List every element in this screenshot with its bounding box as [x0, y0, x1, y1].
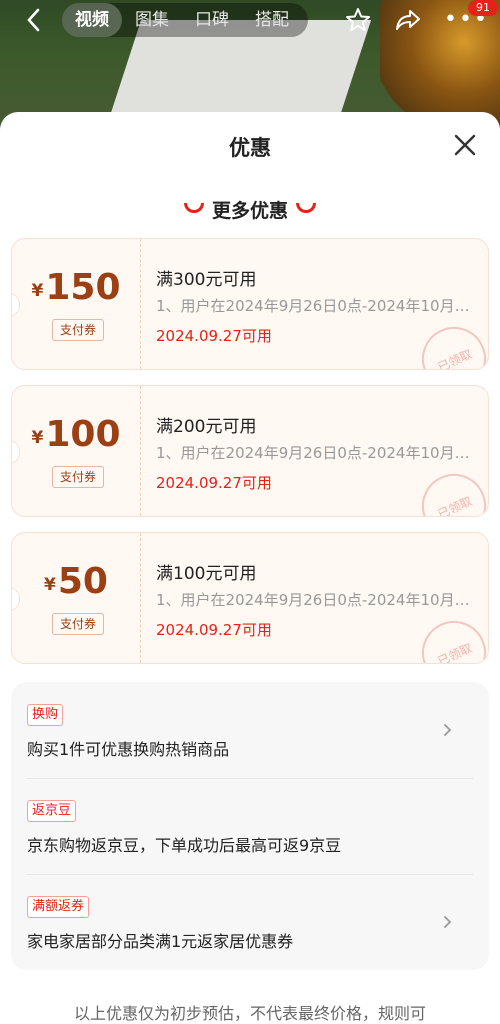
currency-symbol: ¥ [44, 575, 56, 595]
coupon-amount: 50 [57, 561, 108, 602]
promo-text: 购买1件可优惠换购热销商品 [27, 740, 230, 759]
section-title-text: 更多优惠 [211, 200, 288, 222]
promo-label: 满额返券 [27, 896, 90, 918]
claimed-stamp: 已领取 [411, 610, 488, 663]
coupon-date: 2024.09.27可用 [156, 327, 272, 345]
section-title: 更多优惠 [0, 196, 500, 223]
coupon-card[interactable]: ¥50 支付券 满100元可用 1、用户在2024年9月26日0点-2024年1… [11, 532, 489, 664]
coupon-description: 1、用户在2024年9月26日0点-2024年10月… [156, 591, 470, 609]
coupon-price: ¥100 [12, 414, 140, 455]
star-icon[interactable] [344, 6, 372, 34]
coupon-value-area: ¥100 支付券 [12, 386, 141, 516]
discount-sheet: 优惠 更多优惠 ¥150 支付券 满300元可用 1、用户在2024年9月26日… [0, 112, 500, 1024]
smile-decoration-icon [296, 202, 316, 213]
coupon-type-tag: 支付券 [52, 319, 104, 341]
sheet-title: 优惠 [229, 136, 271, 160]
coupon-value-area: ¥50 支付券 [12, 533, 141, 663]
chevron-right-icon[interactable] [439, 722, 455, 738]
coupon-condition: 满200元可用 [156, 417, 257, 437]
promo-row-coupon-return[interactable]: 满额返券 家电家居部分品类满1元返家居优惠券 [11, 874, 489, 970]
claimed-stamp: 已领取 [411, 463, 488, 516]
promo-label: 返京豆 [27, 800, 77, 822]
currency-symbol: ¥ [31, 428, 44, 448]
tab-outfit[interactable]: 搭配 [242, 3, 302, 37]
tab-video[interactable]: 视频 [62, 3, 122, 37]
promo-text: 家电家居部分品类满1元返家居优惠券 [27, 932, 294, 951]
currency-symbol: ¥ [31, 281, 44, 301]
close-icon[interactable] [452, 132, 478, 158]
tab-gallery[interactable]: 图集 [122, 3, 182, 37]
promo-row-exchange[interactable]: 换购 购买1件可优惠换购热销商品 [11, 682, 489, 778]
coupon-price: ¥150 [12, 267, 140, 308]
promo-label: 换购 [27, 704, 64, 726]
coupon-condition: 满100元可用 [156, 564, 257, 584]
promo-row-jingdou: 返京豆 京东购物返京豆，下单成功后最高可返9京豆 [11, 778, 489, 874]
coupon-condition: 满300元可用 [156, 270, 257, 290]
coupon-type-tag: 支付券 [52, 466, 104, 488]
coupon-amount: 100 [45, 414, 121, 455]
coupon-date: 2024.09.27可用 [156, 474, 272, 492]
coupon-card[interactable]: ¥150 支付券 满300元可用 1、用户在2024年9月26日0点-2024年… [11, 238, 489, 370]
chevron-right-icon[interactable] [439, 914, 455, 930]
coupon-price: ¥50 [12, 561, 140, 602]
coupon-type-tag: 支付券 [52, 613, 104, 635]
tab-reviews[interactable]: 口碑 [182, 3, 242, 37]
promo-panel: 换购 购买1件可优惠换购热销商品 返京豆 京东购物返京豆，下单成功后最高可返9京… [11, 682, 489, 970]
coupon-date: 2024.09.27可用 [156, 621, 272, 639]
coupon-amount: 150 [45, 267, 121, 308]
disclaimer-text: 以上优惠仅为初步预估，不代表最终价格，规则可 [73, 1004, 426, 1023]
promo-text: 京东购物返京豆，下单成功后最高可返9京豆 [27, 836, 342, 855]
coupon-description: 1、用户在2024年9月26日0点-2024年10月… [156, 444, 470, 462]
coupon-description: 1、用户在2024年9月26日0点-2024年10月… [156, 297, 470, 315]
share-icon[interactable] [394, 6, 422, 34]
notification-badge: 91 [468, 0, 498, 16]
back-arrow-icon[interactable] [22, 6, 48, 34]
coupon-value-area: ¥150 支付券 [12, 239, 141, 369]
media-tabs: 视频 图集 口碑 搭配 [62, 3, 308, 37]
top-bar: 视频 图集 口碑 搭配 ••• 91 [0, 0, 500, 40]
claimed-stamp: 已领取 [411, 316, 488, 369]
coupon-card[interactable]: ¥100 支付券 满200元可用 1、用户在2024年9月26日0点-2024年… [11, 385, 489, 517]
smile-decoration-icon [183, 202, 204, 213]
